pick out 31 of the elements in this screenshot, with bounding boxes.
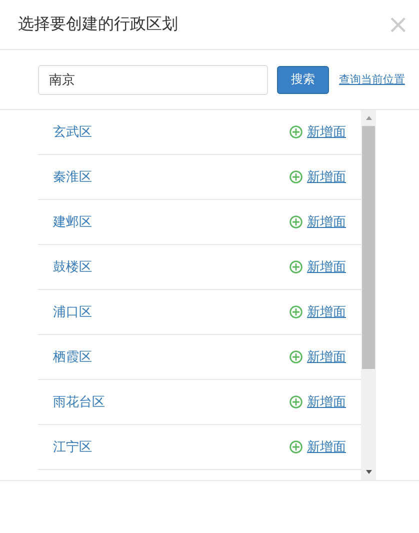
search-button[interactable]: 搜索 (277, 66, 329, 94)
locate-link[interactable]: 查询当前位置 (339, 72, 405, 87)
add-area-link[interactable]: 新增面 (307, 213, 346, 231)
district-link[interactable]: 建邺区 (53, 213, 92, 231)
scroll-down-icon[interactable] (364, 468, 372, 476)
district-link[interactable]: 江宁区 (53, 438, 92, 456)
district-link[interactable]: 鼓楼区 (53, 258, 92, 276)
search-field[interactable]: 南京 (38, 64, 268, 94)
plus-circle-icon (289, 305, 303, 319)
plus-circle-icon (289, 215, 303, 229)
plus-circle-icon (289, 170, 303, 184)
plus-circle-icon (289, 125, 303, 139)
plus-circle-icon (289, 260, 303, 274)
add-area-link[interactable]: 新增面 (307, 438, 346, 456)
add-area-link[interactable]: 新增面 (307, 303, 346, 321)
plus-circle-icon (289, 395, 303, 409)
district-link[interactable]: 秦淮区 (53, 168, 92, 186)
plus-circle-icon (289, 440, 303, 454)
district-link[interactable]: 栖霞区 (53, 348, 92, 366)
district-link[interactable]: 雨花台区 (53, 393, 105, 411)
district-link[interactable]: 浦口区 (53, 303, 92, 321)
add-area-link[interactable]: 新增面 (307, 123, 346, 141)
district-link[interactable]: 玄武区 (53, 123, 92, 141)
dialog-title: 选择要创建的行政区划 (18, 14, 178, 35)
add-area-link[interactable]: 新增面 (307, 258, 346, 276)
add-area-link[interactable]: 新增面 (307, 168, 346, 186)
add-area-link[interactable]: 新增面 (307, 348, 346, 366)
scrollbar[interactable] (361, 110, 376, 480)
add-area-link[interactable]: 新增面 (307, 393, 346, 411)
plus-circle-icon (289, 350, 303, 364)
scroll-up-icon[interactable] (364, 114, 372, 122)
